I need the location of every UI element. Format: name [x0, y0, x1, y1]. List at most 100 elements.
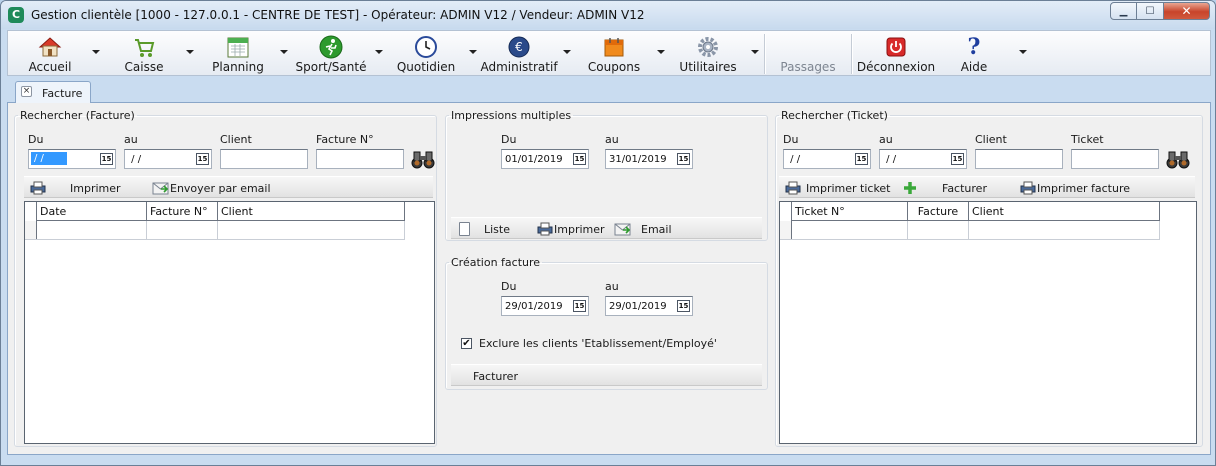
- window-controls: ▁ ☐ ✕: [1110, 2, 1210, 20]
- calendar-icon[interactable]: 15: [677, 153, 690, 165]
- column-header-facture[interactable]: Facture: [908, 202, 969, 221]
- title-bar: C Gestion clientèle [1000 - 127.0.0.1 - …: [1, 1, 1215, 29]
- print-icon[interactable]: [1020, 177, 1036, 199]
- facture-table-header: Date Facture N° Client: [25, 202, 405, 221]
- aide-dropdown-arrow[interactable]: [1019, 50, 1027, 54]
- table-cell[interactable]: [969, 221, 1160, 239]
- impressions-legend: Impressions multiples: [451, 109, 572, 122]
- search-facture-email-button[interactable]: Envoyer par email: [170, 177, 271, 199]
- calendar-icon[interactable]: 15: [855, 153, 868, 165]
- minimize-button[interactable]: ▁: [1110, 2, 1137, 20]
- column-header-ticket[interactable]: Ticket N°: [792, 202, 908, 221]
- tab-facture[interactable]: × Facture: [15, 81, 91, 103]
- impressions-email-button[interactable]: Email: [641, 218, 672, 240]
- clock-icon: [414, 35, 438, 59]
- email-icon[interactable]: [152, 177, 169, 199]
- table-row[interactable]: [25, 221, 405, 240]
- tab-close-icon[interactable]: ×: [21, 86, 32, 97]
- print-ticket-button[interactable]: Imprimer ticket: [806, 177, 891, 199]
- print-facture-button[interactable]: Imprimer facture: [1037, 177, 1130, 199]
- search-ticket-client-input[interactable]: [975, 149, 1063, 169]
- search-ticket-du-date[interactable]: 15: [783, 149, 871, 169]
- column-header-facture[interactable]: Facture N°: [147, 202, 218, 221]
- toolbar-sport-sante-label: Sport/Santé: [295, 60, 367, 74]
- toolbar-aide-button[interactable]: ? Aide: [936, 31, 1012, 75]
- toolbar-sport-sante-button[interactable]: Sport/Santé: [290, 31, 372, 75]
- calendar-icon[interactable]: 15: [573, 300, 586, 312]
- utilitaires-dropdown-arrow[interactable]: [751, 50, 759, 54]
- impressions-du-date[interactable]: 15: [501, 149, 589, 169]
- search-facture-au-date[interactable]: 15: [124, 149, 212, 169]
- caisse-dropdown-arrow[interactable]: [186, 50, 194, 54]
- calendar-icon[interactable]: 15: [677, 300, 690, 312]
- print-icon[interactable]: [30, 177, 46, 199]
- planning-dropdown-arrow[interactable]: [280, 50, 288, 54]
- quotidien-dropdown-arrow[interactable]: [469, 50, 477, 54]
- table-cell[interactable]: [218, 221, 405, 239]
- ticket-results-table[interactable]: Ticket N° Facture Client: [779, 201, 1197, 444]
- calendar-icon[interactable]: 15: [573, 153, 586, 165]
- search-ticket-au-date[interactable]: 15: [879, 149, 967, 169]
- toolbar-separator: [851, 34, 852, 74]
- toolbar-deconnexion-button[interactable]: Déconnexion: [856, 31, 936, 75]
- accueil-dropdown-arrow[interactable]: [92, 50, 100, 54]
- creation-au-date[interactable]: 15: [605, 296, 693, 316]
- creation-du-label: Du: [501, 280, 517, 293]
- table-cell[interactable]: [147, 221, 218, 239]
- coupons-dropdown-arrow[interactable]: [657, 50, 665, 54]
- list-document-icon[interactable]: [459, 222, 470, 236]
- exclude-clients-label[interactable]: Exclure les clients 'Etablissement/Emplo…: [479, 337, 717, 350]
- creation-du-date[interactable]: 15: [501, 296, 589, 316]
- search-facture-number-input[interactable]: [316, 149, 404, 169]
- impressions-au-date[interactable]: 15: [605, 149, 693, 169]
- calendar-icon[interactable]: 15: [951, 153, 964, 165]
- column-header-date[interactable]: Date: [37, 202, 147, 221]
- impressions-print-button[interactable]: Imprimer: [554, 218, 605, 240]
- plus-icon[interactable]: [903, 177, 917, 199]
- table-cell[interactable]: [792, 221, 908, 239]
- maximize-button[interactable]: ☐: [1137, 2, 1164, 20]
- table-cell[interactable]: [37, 221, 147, 239]
- search-facture-print-button[interactable]: Imprimer: [70, 177, 121, 199]
- toolbar-passages-button[interactable]: Passages: [770, 31, 846, 75]
- cart-icon: [132, 35, 156, 59]
- column-header-client[interactable]: Client: [969, 202, 1160, 221]
- calendar-icon[interactable]: 15: [100, 153, 113, 165]
- toolbar-quotidien-button[interactable]: Quotidien: [386, 31, 466, 75]
- row-indicator-header: [25, 202, 37, 221]
- search-ticket-number-input[interactable]: [1071, 149, 1159, 169]
- table-row[interactable]: [780, 221, 1160, 240]
- search-facture-client-label: Client: [220, 133, 252, 146]
- toolbar-accueil-button[interactable]: Accueil: [10, 31, 90, 75]
- search-facture-client-input[interactable]: [220, 149, 308, 169]
- sport-sante-dropdown-arrow[interactable]: [375, 50, 383, 54]
- toolbar-utilitaires-button[interactable]: Utilitaires: [666, 31, 750, 75]
- ticket-table-header: Ticket N° Facture Client: [780, 202, 1160, 221]
- facture-results-table[interactable]: Date Facture N° Client: [24, 201, 435, 444]
- exclude-clients-checkbox[interactable]: ✔: [461, 338, 472, 349]
- search-facture-du-date[interactable]: / / 15: [28, 149, 116, 169]
- print-icon[interactable]: [537, 218, 553, 240]
- facture-panel: Rechercher (Facture) Du au Client Factur…: [7, 103, 1211, 455]
- toolbar-administratif-button[interactable]: € Administratif: [478, 31, 560, 75]
- toolbar-planning-button[interactable]: Planning: [198, 31, 278, 75]
- search-ticket-actions: Imprimer ticket Facturer Imprimer factur…: [779, 176, 1195, 198]
- table-cell[interactable]: [908, 221, 969, 239]
- toolbar-coupons-button[interactable]: Coupons: [574, 31, 654, 75]
- close-window-button[interactable]: ✕: [1164, 2, 1210, 20]
- binoculars-search-icon[interactable]: [1166, 148, 1190, 170]
- impressions-liste-button[interactable]: Liste: [484, 218, 510, 240]
- email-icon[interactable]: [614, 218, 631, 240]
- search-facture-au-label: au: [124, 133, 138, 146]
- administratif-dropdown-arrow[interactable]: [563, 50, 571, 54]
- toolbar-caisse-button[interactable]: Caisse: [104, 31, 184, 75]
- calendar-icon[interactable]: 15: [196, 153, 209, 165]
- toolbar-utilitaires-label: Utilitaires: [679, 60, 737, 74]
- binoculars-search-icon[interactable]: [411, 148, 435, 170]
- column-header-client[interactable]: Client: [218, 202, 405, 221]
- search-facture-du-label: Du: [28, 133, 44, 146]
- search-facture-legend: Rechercher (Facture): [20, 109, 135, 122]
- creation-facturer-button[interactable]: Facturer: [473, 365, 518, 387]
- print-icon[interactable]: [785, 177, 801, 199]
- ticket-facturer-button[interactable]: Facturer: [942, 177, 987, 199]
